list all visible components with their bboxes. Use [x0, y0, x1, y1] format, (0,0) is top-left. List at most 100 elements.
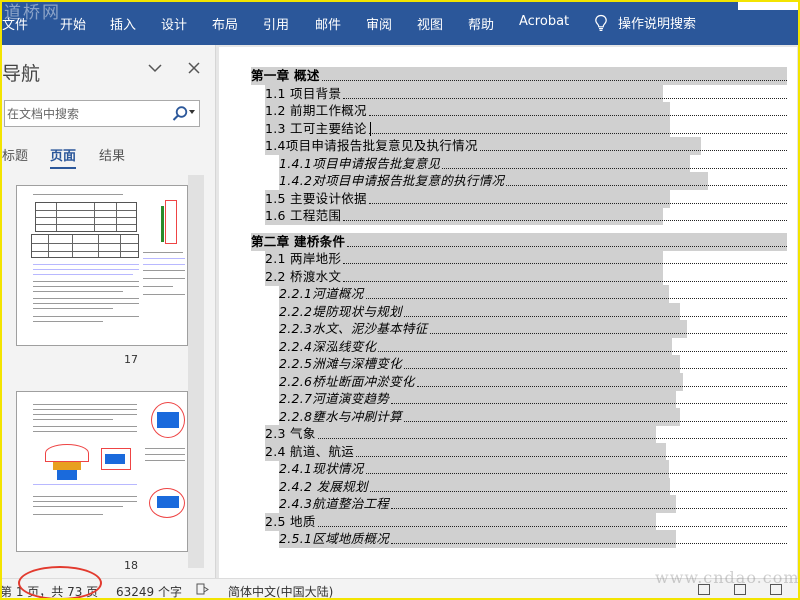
toc-chapter-entry[interactable]: 第二章 建桥条件 [251, 232, 787, 251]
toc-chapter-entry[interactable]: 第一章 概述 [251, 67, 787, 85]
print-layout-icon[interactable] [734, 584, 746, 595]
toc-entry[interactable]: 2.3 气象 [265, 425, 787, 443]
toc-entry[interactable]: 1.4.2对项目申请报告批复意的执行情况 [279, 172, 787, 190]
toc-entry-text: 2.2.7河道演变趋势 [279, 390, 392, 408]
toc-leader-dots [366, 298, 787, 299]
toc-leader-dots [417, 385, 787, 387]
toc-entry[interactable]: 2.2.3水文、泥沙基本特征 [279, 320, 787, 338]
toc-leader-dots [343, 280, 787, 282]
tab-view[interactable]: 视图 [417, 14, 443, 33]
toc-leader-dots [347, 245, 787, 247]
read-mode-icon[interactable] [698, 584, 710, 595]
toc-entry-text: 1.6 工程范围 [265, 207, 344, 225]
toc-entry[interactable]: 2.2.5洲滩与深槽变化 [279, 355, 787, 373]
tab-layout[interactable]: 布局 [212, 14, 238, 33]
toc-entry[interactable]: 2.4.2 发展规划 [279, 477, 787, 496]
toc-leader-dots [404, 368, 787, 369]
toc-entry[interactable]: 2.4.1现状情况 [279, 460, 787, 478]
toc-entry[interactable]: 2.2 桥渡水文 [265, 267, 787, 286]
toc-entry[interactable]: 2.2.8壅水与冲刷计算 [279, 407, 787, 426]
tab-insert[interactable]: 插入 [110, 14, 136, 33]
tab-references[interactable]: 引用 [263, 14, 289, 33]
toc-entry[interactable]: 1.2 前期工作概况 [265, 102, 787, 120]
document-page: 第一章 概述 1.1 项目背景 1.2 前期工作概况 1.3 工可主要结论 1.4项目申… [219, 47, 797, 578]
toc-leader-dots [366, 473, 787, 474]
toc-field-shading [506, 172, 709, 190]
tab-file[interactable]: 文件 [2, 14, 28, 33]
toc-leader-dots [356, 455, 787, 457]
tell-me-search[interactable]: 操作说明搜索 [594, 13, 696, 32]
nav-tab-pages[interactable]: 页面 [50, 145, 76, 164]
toc-entry-text: 2.2.5洲滩与深槽变化 [279, 355, 404, 373]
language-indicator[interactable]: 简体中文(中国大陆) [228, 583, 333, 600]
toc-entry-text: 第一章 概述 [251, 67, 322, 85]
toc-entry[interactable]: 2.2.1河道概况 [279, 285, 787, 303]
lightbulb-icon [595, 14, 607, 31]
tab-help[interactable]: 帮助 [468, 14, 494, 33]
tab-design[interactable]: 设计 [161, 14, 187, 33]
toc-entry-text: 1.1 项目背景 [265, 84, 344, 103]
search-options-arrow-icon[interactable] [189, 110, 195, 114]
nav-pane-title: 导航 [2, 63, 41, 85]
toc-entry[interactable]: 1.1 项目背景 [265, 84, 787, 103]
nav-tab-active-underline [50, 167, 76, 169]
web-layout-icon[interactable] [770, 584, 782, 595]
toc-field-shading [347, 232, 787, 251]
toc-field-shading [480, 137, 702, 155]
search-icon[interactable] [171, 105, 189, 123]
toc-entry-text: 2.2.2堤防现状与规划 [279, 302, 404, 321]
toc-entry[interactable]: 2.4 航道、航运 [265, 442, 787, 461]
thumbnail-scrollbar[interactable] [188, 175, 204, 568]
toc-entry[interactable]: 2.1 两岸地形 [265, 250, 787, 268]
toc-entry[interactable]: 2.5.1区域地质概况 [279, 530, 787, 548]
close-icon[interactable] [186, 60, 202, 76]
toc-leader-dots [318, 525, 787, 527]
toc-entry-text: 第二章 建桥条件 [251, 232, 348, 251]
toc-entry-text: 2.2.8壅水与冲刷计算 [279, 407, 404, 426]
toc-leader-dots [322, 80, 787, 81]
page-thumbnail[interactable] [16, 391, 188, 552]
nav-search-input[interactable] [7, 104, 167, 123]
nav-tab-headings[interactable]: 标题 [2, 145, 28, 164]
toc-field-shading [391, 390, 677, 408]
word-count[interactable]: 63249 个字 [116, 583, 182, 600]
toc-entry-text: 1.2 前期工作概况 [265, 102, 369, 120]
tab-home[interactable]: 开始 [60, 14, 86, 33]
toc-entry-text: 2.4.2 发展规划 [279, 477, 370, 496]
toc-field-shading [343, 267, 663, 286]
toc-entry-text: 2.4.1现状情况 [279, 460, 366, 478]
page-thumbnails: 17 18 [0, 175, 216, 578]
toc-leader-dots [442, 167, 787, 169]
toc-entry[interactable]: 2.2.2堤防现状与规划 [279, 302, 787, 321]
proofing-icon[interactable] [196, 583, 210, 596]
toc-entry[interactable]: 1.6 工程范围 [265, 207, 787, 225]
toc-entry[interactable]: 2.2.7河道演变趋势 [279, 390, 787, 408]
ribbon-corner [738, 0, 800, 10]
toc-entry[interactable]: 1.4项目申请报告批复意见及执行情况 [265, 137, 787, 155]
page-thumbnail[interactable] [16, 185, 188, 346]
toc-entry[interactable]: 2.5 地质 [265, 512, 787, 531]
toc-entry[interactable]: 1.4.1项目申请报告批复意见 [279, 154, 787, 173]
toc-entry-text: 1.4.2对项目申请报告批复意的执行情况 [279, 172, 507, 190]
chevron-down-icon[interactable] [146, 59, 164, 77]
toc-entry[interactable]: 2.2.6桥址断面冲淤变化 [279, 372, 787, 391]
toc-leader-dots [343, 263, 787, 264]
toc-leader-dots [343, 97, 787, 99]
tab-review[interactable]: 审阅 [366, 14, 392, 33]
nav-tab-results[interactable]: 结果 [99, 145, 125, 164]
toc-entry[interactable]: 1.3 工可主要结论 [265, 119, 787, 138]
toc-entry[interactable]: 2.2.4深泓线变化 [279, 337, 787, 356]
tab-acrobat[interactable]: Acrobat [519, 14, 569, 29]
toc-entry[interactable]: 2.4.3航道整治工程 [279, 495, 787, 513]
toc-leader-dots [506, 185, 787, 186]
toc-entry-text: 2.5 地质 [265, 512, 318, 531]
nav-search-box [4, 100, 200, 127]
navigation-pane: 导航 标题 页面 结果 [0, 45, 216, 578]
toc-leader-dots [318, 438, 787, 439]
tab-mailings[interactable]: 邮件 [315, 14, 341, 33]
toc-entry-text: 1.3 工可主要结论 [265, 119, 369, 138]
toc-field-shading [369, 102, 670, 120]
toc-field-shading [322, 67, 787, 85]
toc-entry[interactable]: 1.5 主要设计依据 [265, 189, 787, 208]
toc-leader-dots [480, 150, 787, 151]
